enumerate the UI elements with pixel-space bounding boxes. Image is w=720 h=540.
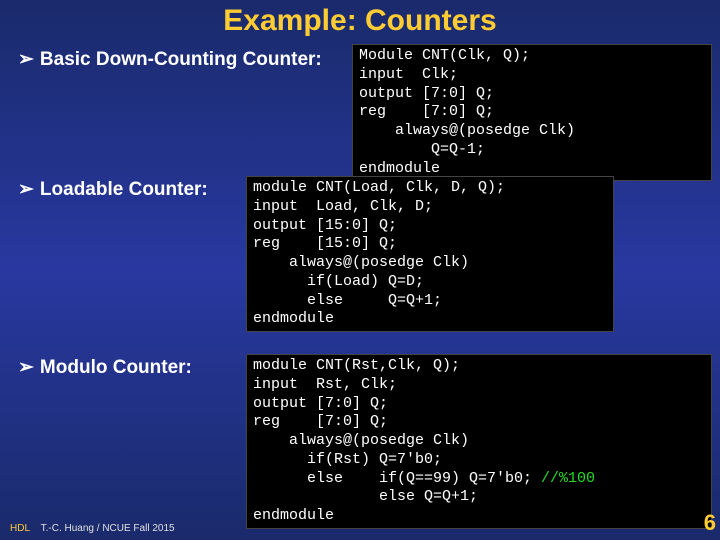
code-loadable-counter: module CNT(Load, Clk, D, Q); input Load,… <box>246 176 614 332</box>
bullet-text: Loadable Counter: <box>40 179 208 200</box>
code-comment: //%100 <box>541 470 595 487</box>
bullet-loadable-counter: ➢ Loadable Counter: <box>0 178 208 201</box>
code-post: else Q=Q+1; endmodule <box>253 488 478 524</box>
page-number: 6 <box>704 510 716 536</box>
code-basic-counter: Module CNT(Clk, Q); input Clk; output [7… <box>352 44 712 181</box>
bullet-arrow-icon: ➢ <box>18 357 34 378</box>
bullet-basic-counter: ➢ Basic Down-Counting Counter: <box>0 48 322 71</box>
footer: HDL T.-C. Huang / NCUE Fall 2015 <box>10 523 175 534</box>
bullet-arrow-icon: ➢ <box>18 179 34 200</box>
bullet-arrow-icon: ➢ <box>18 49 34 70</box>
footer-hdl-label: HDL <box>10 523 30 534</box>
code-modulo-counter: module CNT(Rst,Clk, Q); input Rst, Clk; … <box>246 354 712 529</box>
footer-credit: T.-C. Huang / NCUE Fall 2015 <box>41 523 175 534</box>
bullet-text: Modulo Counter: <box>40 357 192 378</box>
bullet-text: Basic Down-Counting Counter: <box>40 49 322 70</box>
bullet-modulo-counter: ➢ Modulo Counter: <box>0 356 192 379</box>
slide-title: Example: Counters <box>0 0 720 46</box>
code-pre: module CNT(Rst,Clk, Q); input Rst, Clk; … <box>253 357 541 487</box>
